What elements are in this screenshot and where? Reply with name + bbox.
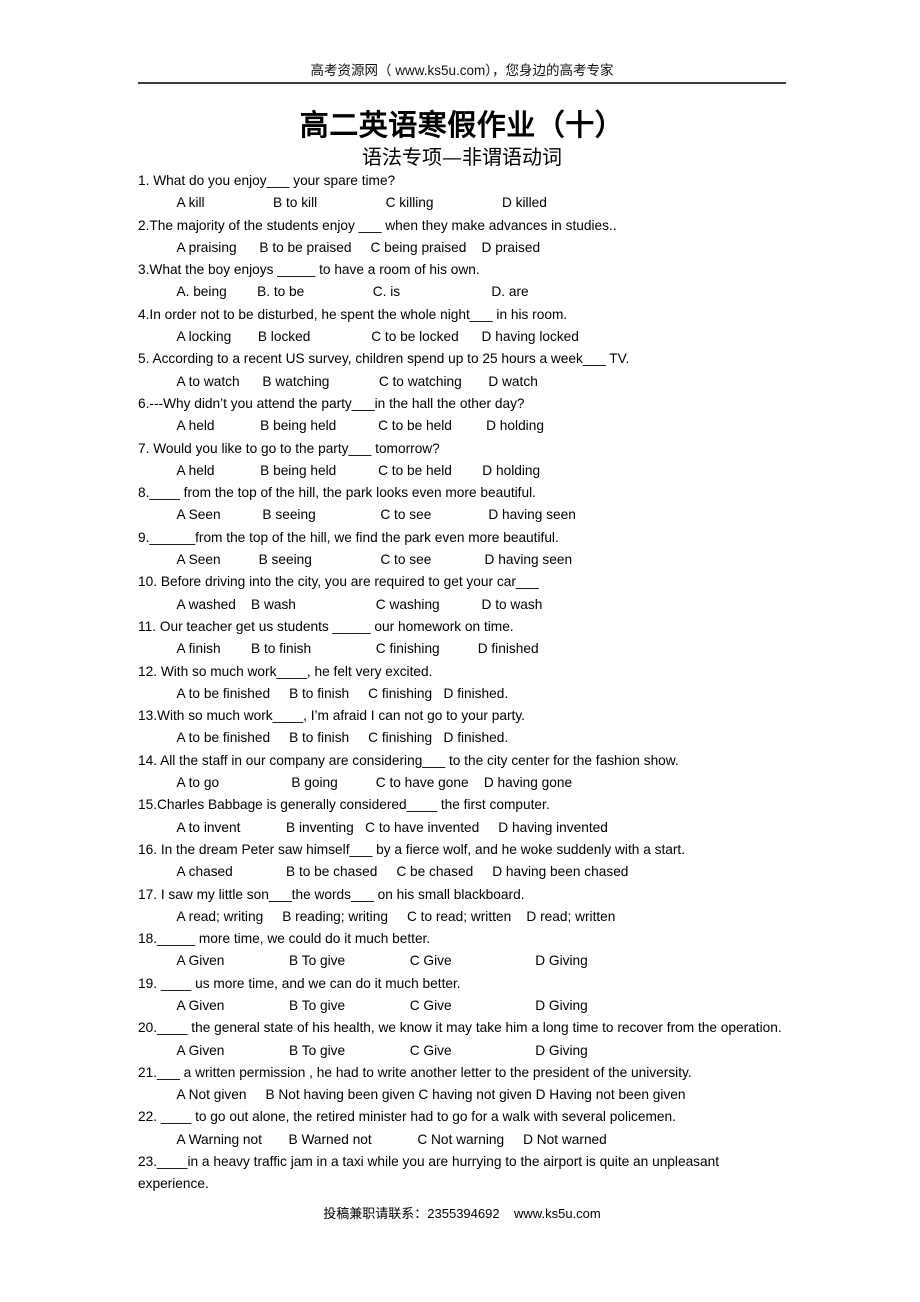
question-stem: 19. ____ us more time, and we can do it …	[138, 975, 461, 991]
question-stem: 3.What the boy enjoys _____ to have a ro…	[138, 262, 480, 278]
question-options: A washed B wash C washing D to wash	[162, 596, 543, 612]
question-item: 2.The majority of the students enjoy ___…	[138, 215, 788, 260]
question-options: A kill B to kill C killing D killed	[162, 195, 547, 211]
question-item: 6.---Why didn’t you attend the party___i…	[138, 393, 788, 438]
question-list: 1. What do you enjoy___ your spare time?…	[138, 170, 788, 1196]
question-options: A Given B To give C Give D Giving	[162, 953, 588, 969]
question-stem: 12. With so much work____, he felt very …	[138, 663, 433, 679]
question-options: A Given B To give C Give D Giving	[162, 1042, 588, 1058]
question-item: 13.With so much work____, I’m afraid I c…	[138, 705, 788, 750]
question-item: 19. ____ us more time, and we can do it …	[138, 973, 788, 1018]
question-stem: 23.____in a heavy traffic jam in a taxi …	[138, 1154, 720, 1192]
question-item: 12. With so much work____, he felt very …	[138, 661, 788, 706]
question-item: 15.Charles Babbage is generally consider…	[138, 794, 788, 839]
question-stem: 9.______from the top of the hill, we fin…	[138, 529, 559, 545]
question-options: A to go B going C to have gone D having …	[162, 775, 573, 791]
question-item: 3.What the boy enjoys _____ to have a ro…	[138, 259, 788, 304]
question-stem: 15.Charles Babbage is generally consider…	[138, 797, 550, 813]
question-item: 5. According to a recent US survey, chil…	[138, 348, 788, 393]
question-options: A held B being held C to be held D holdi…	[162, 418, 544, 434]
question-stem: 5. According to a recent US survey, chil…	[138, 351, 630, 367]
question-stem: 16. In the dream Peter saw himself___ by…	[138, 841, 686, 857]
question-item: 23.____in a heavy traffic jam in a taxi …	[138, 1151, 788, 1196]
question-stem: 6.---Why didn’t you attend the party___i…	[138, 395, 525, 411]
question-options: A held B being held C to be held D holdi…	[162, 462, 541, 478]
question-stem: 22. ____ to go out alone, the retired mi…	[138, 1109, 676, 1125]
question-stem: 1. What do you enjoy___ your spare time?	[138, 173, 396, 188]
question-item: 17. I saw my little son___the words___ o…	[138, 884, 788, 929]
question-item: 16. In the dream Peter saw himself___ by…	[138, 839, 788, 884]
question-item: 4.In order not to be disturbed, he spent…	[138, 304, 788, 349]
question-options: A to be finished B to finish C finishing…	[162, 730, 509, 746]
question-options: A praising B to be praised C being prais…	[162, 239, 541, 255]
question-stem: 17. I saw my little son___the words___ o…	[138, 886, 525, 902]
question-stem: 18._____ more time, we could do it much …	[138, 931, 431, 947]
question-stem: 7. Would you like to go to the party___ …	[138, 440, 440, 456]
question-options: A locking B locked C to be locked D havi…	[162, 329, 579, 345]
question-options: A. being B. to be C. is D. are	[162, 284, 529, 300]
question-item: 1. What do you enjoy___ your spare time?…	[138, 170, 788, 215]
question-item: 7. Would you like to go to the party___ …	[138, 438, 788, 483]
question-stem: 21.___ a written permission , he had to …	[138, 1064, 692, 1080]
question-item: 9.______from the top of the hill, we fin…	[138, 527, 788, 572]
question-item: 10. Before driving into the city, you ar…	[138, 571, 788, 616]
question-options: A chased B to be chased C be chased D ha…	[162, 864, 629, 880]
question-options: A Seen B seeing C to see D having seen	[162, 507, 576, 523]
question-options: A Not given B Not having been given C ha…	[162, 1087, 686, 1103]
question-stem: 14. All the staff in our company are con…	[138, 752, 679, 768]
question-item: 18._____ more time, we could do it much …	[138, 928, 788, 973]
question-options: A to be finished B to finish C finishing…	[162, 685, 509, 701]
question-item: 11. Our teacher get us students _____ ou…	[138, 616, 788, 661]
question-stem: 2.The majority of the students enjoy ___…	[138, 217, 617, 233]
question-options: A Seen B seeing C to see D having seen	[162, 552, 573, 568]
document-title: 高二英语寒假作业（十）	[299, 108, 625, 142]
question-item: 14. All the staff in our company are con…	[138, 750, 788, 795]
document-subtitle: 语法专项—非谓语动词	[362, 145, 562, 169]
document-page: 高考资源网（ www.ks5u.com），您身边的高考专家 高二英语寒假作业（十…	[0, 0, 920, 1302]
question-options: A to invent B inventing C to have invent…	[162, 819, 608, 835]
page-footer: 投稿兼职请联系：2355394692 www.ks5u.com	[323, 1206, 601, 1221]
question-stem: 4.In order not to be disturbed, he spent…	[138, 306, 568, 322]
question-options: A to watch B watching C to watching D wa…	[162, 373, 538, 389]
question-options: A Warning not B Warned not C Not warning…	[162, 1131, 607, 1147]
question-item: 20.____ the general state of his health,…	[138, 1017, 788, 1062]
question-stem: 8.____ from the top of the hill, the par…	[138, 485, 536, 501]
question-item: 8.____ from the top of the hill, the par…	[138, 482, 788, 527]
question-stem: 10. Before driving into the city, you ar…	[138, 574, 539, 590]
question-item: 21.___ a written permission , he had to …	[138, 1062, 788, 1107]
header-watermark-text: 高考资源网（ www.ks5u.com），您身边的高考专家	[310, 63, 614, 78]
page-header: 高考资源网（ www.ks5u.com），您身边的高考专家	[138, 62, 786, 84]
header-divider	[138, 82, 786, 84]
question-options: A read; writing B reading; writing C to …	[162, 908, 616, 924]
question-stem: 11. Our teacher get us students _____ ou…	[138, 618, 514, 634]
question-item: 22. ____ to go out alone, the retired mi…	[138, 1106, 788, 1151]
question-options: A Given B To give C Give D Giving	[162, 997, 588, 1013]
question-options: A finish B to finish C finishing D finis…	[162, 641, 539, 657]
question-stem: 13.With so much work____, I’m afraid I c…	[138, 708, 525, 724]
question-stem: 20.____ the general state of his health,…	[138, 1020, 782, 1036]
